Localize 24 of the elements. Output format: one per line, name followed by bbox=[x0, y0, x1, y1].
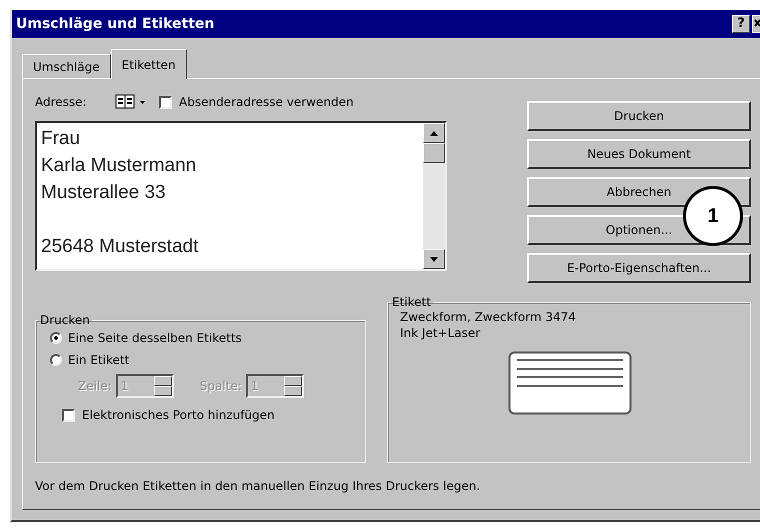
address-line: 25648 Musterstadt bbox=[41, 235, 198, 259]
spinner-label: Zeile: bbox=[78, 379, 112, 393]
dialog-button[interactable]: Drucken bbox=[527, 101, 751, 131]
dialog-button[interactable]: Neues Dokument bbox=[527, 139, 751, 169]
group-title: Etikett bbox=[391, 295, 432, 309]
help-button[interactable]: ? bbox=[732, 15, 750, 33]
checkbox-label: Elektronisches Porto hinzufügen bbox=[82, 408, 275, 422]
label-info: Ink Jet+Laser bbox=[400, 325, 482, 341]
spinner-label: Spalte: bbox=[200, 379, 242, 393]
dialog-button[interactable]: E-Porto-Eigenschaften... bbox=[527, 253, 751, 283]
group-title: Drucken bbox=[39, 313, 91, 327]
radio-label: Eine Seite desselben Etiketts bbox=[68, 331, 242, 345]
tab[interactable]: Umschläge bbox=[22, 54, 111, 78]
address-line: Musterallee 33 bbox=[41, 181, 166, 205]
address-field[interactable]: Frau Karla Mustermann Musterallee 33 25648 Musterstadt bbox=[35, 121, 447, 271]
checkbox-label: Absenderadresse verwenden bbox=[179, 95, 354, 109]
window-title: Umschläge und Etiketten bbox=[16, 16, 214, 32]
tab[interactable]: Etiketten bbox=[110, 49, 187, 79]
footer-note: Vor dem Drucken Etiketten in den manuellen Einzug Ihres Druckers legen. bbox=[35, 479, 482, 493]
label-info: Zweckform, Zweckform 3474 bbox=[400, 309, 577, 325]
address-label: Adresse: bbox=[35, 95, 88, 109]
radio-label: Ein Etikett bbox=[68, 353, 130, 367]
address-line: Frau bbox=[41, 127, 80, 151]
address-line: Karla Mustermann bbox=[41, 154, 196, 178]
